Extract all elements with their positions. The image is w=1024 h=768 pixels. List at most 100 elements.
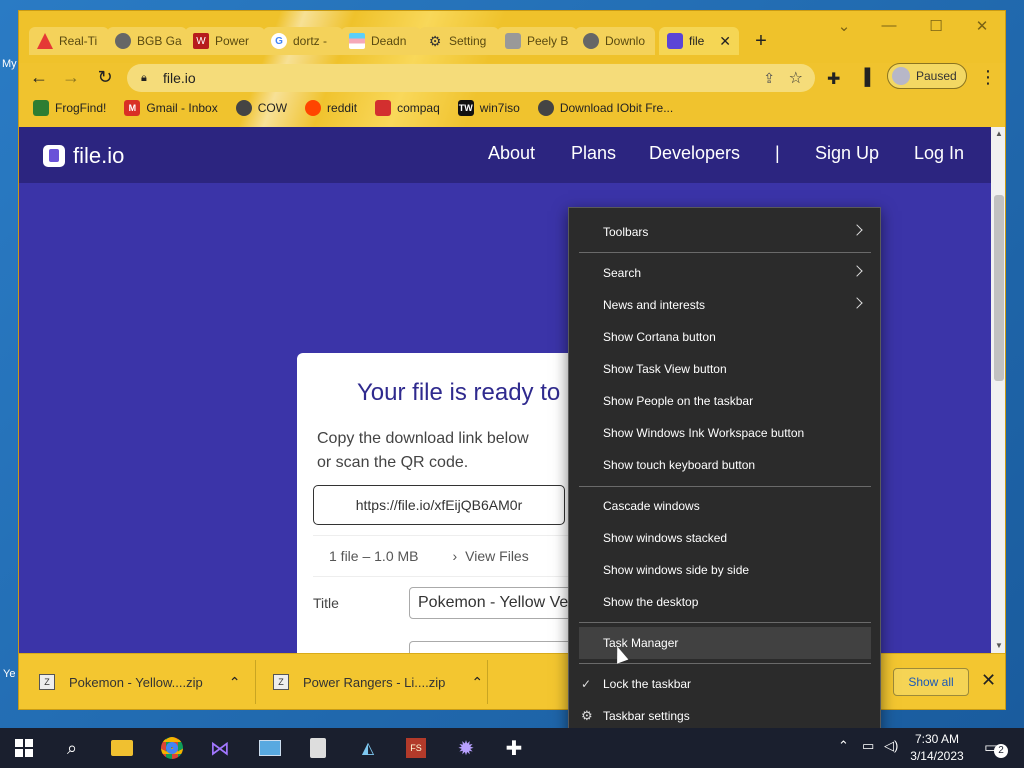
start-button[interactable] — [10, 734, 38, 762]
new-tab-button[interactable]: + — [751, 31, 771, 51]
menu-item-stacked[interactable]: Show windows stacked — [579, 522, 871, 554]
tab-active[interactable]: file ✕ — [659, 27, 739, 55]
bookmark-item[interactable]: TW win7iso — [457, 100, 520, 116]
title-label: Title — [313, 595, 339, 611]
chevron-right-icon — [853, 297, 863, 311]
chevron-up-icon[interactable]: ⌃ — [471, 674, 483, 691]
app-icon[interactable]: FS — [402, 734, 430, 762]
menu-item-cascade[interactable]: Cascade windows — [579, 490, 871, 522]
close-window-button[interactable]: ✕ — [967, 17, 997, 35]
forward-button[interactable]: → — [59, 67, 83, 88]
desktop-icon-label: Ye — [3, 668, 16, 680]
tab[interactable]: G dortz - — [263, 27, 343, 55]
share-icon[interactable]: ⇪ — [763, 70, 775, 87]
menu-item-cortana[interactable]: Show Cortana button — [579, 321, 871, 353]
frog-icon — [33, 100, 49, 116]
volume-icon[interactable]: ◁) — [884, 738, 898, 754]
nav-developers[interactable]: Developers — [649, 143, 740, 164]
show-all-button[interactable]: Show all — [893, 668, 969, 696]
menu-item-ink[interactable]: Show Windows Ink Workspace button — [579, 417, 871, 449]
bookmark-item[interactable]: Download IObit Fre... — [537, 100, 673, 116]
search-icon[interactable]: ⌕ — [58, 734, 86, 762]
reload-button[interactable]: ↻ — [93, 67, 117, 88]
chrome-icon[interactable] — [158, 734, 186, 762]
back-button[interactable]: ← — [27, 67, 51, 88]
system-clock[interactable]: 7:30 AM 3/14/2023 — [904, 731, 970, 765]
extensions-icon[interactable]: ✚ — [827, 69, 840, 89]
nav-login[interactable]: Log In — [914, 143, 964, 164]
app-icon[interactable]: ◭ — [354, 734, 382, 762]
nav-divider: | — [775, 143, 780, 163]
notification-center-icon[interactable]: ▭ 2 — [984, 738, 1008, 758]
nav-about[interactable]: About — [488, 143, 535, 164]
menu-item-lock-taskbar[interactable]: ✓ Lock the taskbar — [579, 668, 871, 700]
bookmark-item[interactable]: COW — [235, 100, 287, 116]
tab[interactable]: Peely B — [497, 27, 577, 55]
site-logo[interactable]: file.io — [43, 143, 124, 169]
scroll-down-icon[interactable]: ▼ — [995, 641, 1003, 650]
tab[interactable]: Deadn — [341, 27, 421, 55]
control-panel-icon[interactable] — [256, 734, 284, 762]
globe-icon — [583, 33, 599, 49]
bookmark-item[interactable]: reddit — [305, 100, 357, 116]
menu-item-news[interactable]: News and interests — [579, 289, 871, 321]
visual-studio-icon[interactable]: ⋈ — [206, 734, 234, 762]
title-input[interactable]: Pokemon - Yellow Ve — [409, 587, 589, 619]
file-explorer-icon[interactable] — [108, 734, 136, 762]
minimize-button[interactable]: — — [874, 17, 904, 34]
star-icon[interactable]: ☆ — [789, 68, 803, 88]
download-item[interactable]: Z Power Rangers - Li....zip ⌃ — [273, 668, 483, 696]
more-menu-icon[interactable]: ⋮ — [979, 67, 997, 88]
gamepad-icon[interactable]: ✚ — [500, 734, 528, 762]
tab-label: Downlo — [605, 34, 646, 48]
download-item[interactable]: Z Pokemon - Yellow....zip ⌃ — [39, 668, 240, 696]
chevron-up-icon[interactable]: ⌃ — [229, 674, 241, 691]
menu-item-label: Taskbar settings — [603, 709, 690, 723]
menu-item-touch-keyboard[interactable]: Show touch keyboard button — [579, 449, 871, 481]
side-panel-icon[interactable]: ▐ — [859, 69, 870, 87]
tab[interactable]: BGB Ga — [107, 27, 187, 55]
bookmark-label: Gmail - Inbox — [146, 101, 218, 115]
chevron-right-icon — [853, 224, 863, 238]
bookmark-item[interactable]: FrogFind! — [33, 100, 106, 116]
scroll-thumb[interactable] — [994, 195, 1004, 381]
menu-item-people[interactable]: Show People on the taskbar — [579, 385, 871, 417]
view-files-link[interactable]: › View Files — [453, 548, 529, 564]
menu-item-search[interactable]: Search — [579, 257, 871, 289]
menu-item-label: Show Windows Ink Workspace button — [603, 426, 805, 440]
tab[interactable]: W Power — [185, 27, 265, 55]
network-icon[interactable]: ▭ — [862, 738, 874, 754]
close-icon[interactable]: ✕ — [719, 33, 731, 50]
menu-item-label: Show Cortana button — [603, 330, 716, 344]
fileio-logo-icon — [43, 145, 65, 167]
maximize-button[interactable]: ☐ — [921, 17, 951, 35]
notepad-icon[interactable] — [304, 734, 332, 762]
url-text: file.io — [163, 70, 196, 86]
app-icon[interactable]: ✹ — [452, 734, 480, 762]
tab[interactable]: Real-Ti — [29, 27, 109, 55]
download-link-field[interactable]: https://file.io/xfEijQB6AM0r — [313, 485, 565, 525]
menu-item-toolbars[interactable]: Toolbars — [579, 216, 871, 248]
profile-button[interactable]: Paused — [887, 63, 967, 89]
nav-signup[interactable]: Sign Up — [815, 143, 879, 164]
divider — [487, 660, 488, 704]
clock-date: 3/14/2023 — [910, 749, 964, 763]
scroll-up-icon[interactable]: ▲ — [995, 129, 1003, 138]
page-scrollbar[interactable]: ▲ ▼ — [991, 127, 1005, 653]
bookmark-item[interactable]: compaq — [375, 100, 440, 116]
bookmark-label: win7iso — [479, 101, 520, 115]
address-bar[interactable]: 🔒︎ file.io ⇪ ☆ — [127, 64, 815, 92]
tab[interactable]: Downlo — [575, 27, 655, 55]
menu-item-side-by-side[interactable]: Show windows side by side — [579, 554, 871, 586]
nav-plans[interactable]: Plans — [571, 143, 616, 164]
menu-item-show-desktop[interactable]: Show the desktop — [579, 586, 871, 618]
menu-item-task-view[interactable]: Show Task View button — [579, 353, 871, 385]
bookmark-item[interactable]: M Gmail - Inbox — [124, 100, 218, 116]
close-icon[interactable]: ✕ — [981, 670, 996, 691]
card-title: Your file is ready to — [357, 379, 561, 406]
tab-label: Power — [215, 34, 250, 48]
chevron-down-icon[interactable]: ⌄ — [829, 17, 859, 35]
chevron-up-icon[interactable]: ⌃ — [838, 738, 849, 754]
tab[interactable]: ⚙ Setting — [419, 27, 499, 55]
menu-separator — [579, 252, 871, 253]
